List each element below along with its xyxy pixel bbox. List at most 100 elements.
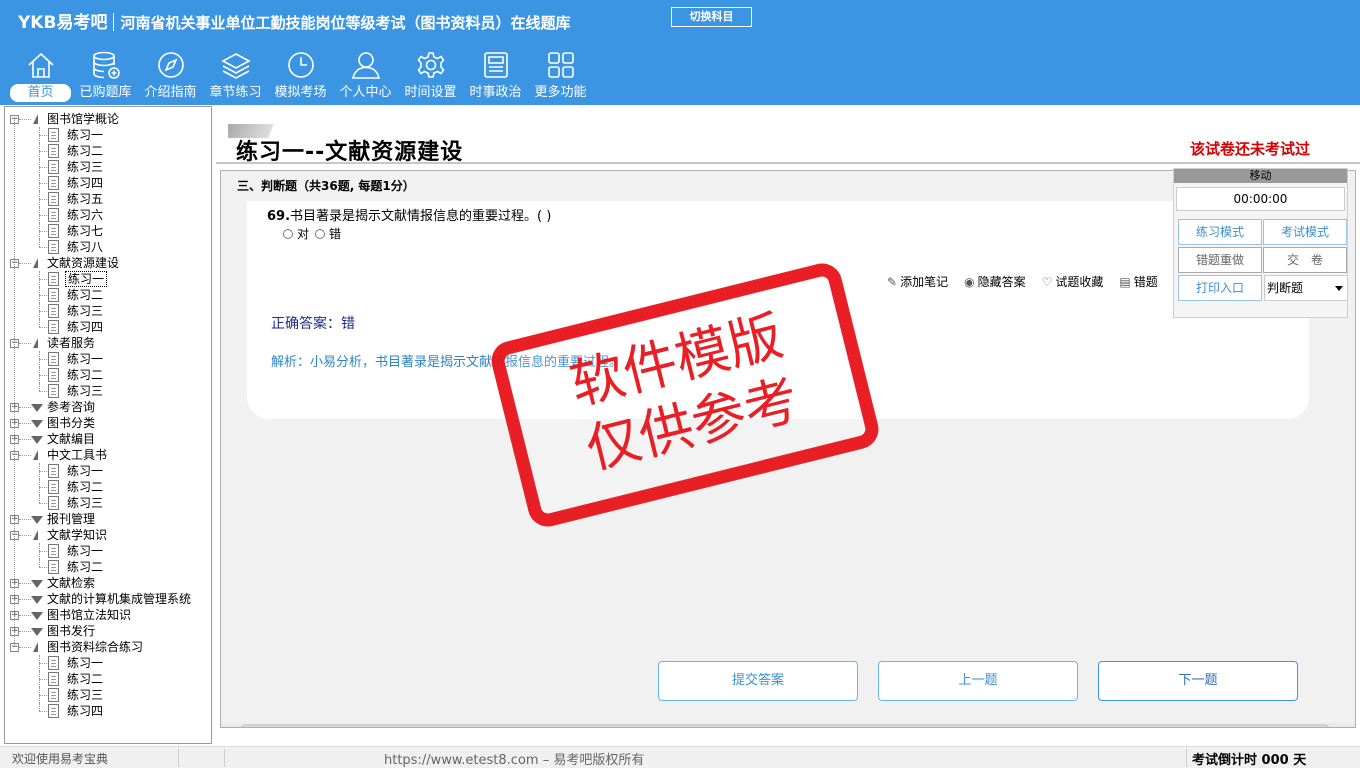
document-icon xyxy=(48,272,59,286)
document-icon xyxy=(48,160,59,174)
hand-in-button[interactable]: 交 卷 xyxy=(1263,247,1347,273)
layers-icon xyxy=(221,53,251,79)
app-brand: YKB易考吧 河南省机关事业单位工勤技能岗位等级考试（图书资料员）在线题库 xyxy=(18,8,570,33)
document-icon xyxy=(48,240,59,254)
document-icon xyxy=(48,464,59,478)
document-icon xyxy=(48,544,59,558)
option-true[interactable]: 对 xyxy=(283,225,309,242)
correct-answer: 正确答案：错 xyxy=(271,316,355,332)
tree-exercise-label: 练习二 xyxy=(67,560,104,574)
wrong-book-button[interactable]: ▤ 错题 xyxy=(1119,273,1157,290)
status-welcome: 欢迎使用易考宝典 xyxy=(12,752,109,766)
home-icon xyxy=(28,52,54,78)
tree-guide-line xyxy=(14,119,15,647)
compass-icon xyxy=(158,52,184,78)
status-copyright: https://www.etest8.com – 易考吧版权所有 xyxy=(384,753,645,768)
tree-exercise-label: 练习二 xyxy=(67,672,104,686)
tree-exercise-label: 练习一 xyxy=(65,271,108,287)
exam-mode-button[interactable]: 考试模式 xyxy=(1263,219,1347,245)
document-icon xyxy=(48,288,59,302)
document-icon xyxy=(48,320,59,334)
switch-subject-button[interactable]: 切换科目 xyxy=(671,7,752,27)
exam-control-panel: 移动 00:00:00 练习模式 考试模式 错题重做 交 卷 打印入口 判断题 xyxy=(1173,168,1348,318)
tree-exercise-label: 练习七 xyxy=(67,224,104,238)
document-icon xyxy=(48,224,59,238)
question-type-select[interactable]: 判断题 xyxy=(1264,275,1348,301)
tree-chapter-label: 图书分类 xyxy=(47,416,96,430)
tree-chapter-label: 图书发行 xyxy=(47,624,96,638)
tree-exercise-label: 练习四 xyxy=(67,704,104,718)
favorite-button[interactable]: ♡ 试题收藏 xyxy=(1042,273,1104,290)
radio-button[interactable] xyxy=(315,228,326,239)
brand-logo: YKB易考吧 xyxy=(18,13,108,33)
tree-chapter-label: 图书馆立法知识 xyxy=(47,608,132,622)
print-entry-button[interactable]: 打印入口 xyxy=(1178,275,1262,301)
folder-closed-icon xyxy=(31,404,43,412)
header-divider xyxy=(216,162,1360,164)
chapter-tree-panel: − 图书馆学概论 练习一 练习二 练习三 练习四 练习五 练习六 练习七 练习八 − 文献资源建设 练习… xyxy=(4,106,212,744)
toolbar-label: 更多功能 xyxy=(534,85,587,100)
tree-exercise-label: 练习一 xyxy=(67,656,104,670)
previous-question-button[interactable]: 上一题 xyxy=(878,661,1078,701)
question-actions: ✎ 添加笔记 ◉ 隐藏答案 ♡ 试题收藏 ▤ 错题 xyxy=(887,273,1158,290)
toolbar-label: 章节练习 xyxy=(209,85,262,100)
document-icon xyxy=(48,352,59,366)
folder-open-icon xyxy=(33,642,38,652)
tree-chapter-label: 文献编目 xyxy=(47,432,96,446)
toolbar-politics[interactable]: 时事政治 xyxy=(463,48,528,104)
elapsed-timer: 00:00:00 xyxy=(1176,187,1345,211)
action-label: 隐藏答案 xyxy=(977,275,1026,289)
document-icon xyxy=(48,208,59,222)
action-label: 添加笔记 xyxy=(900,275,949,289)
action-label: 试题收藏 xyxy=(1055,275,1104,289)
toolbar-home[interactable]: 首页 xyxy=(8,48,73,104)
notebook-icon: ▤ xyxy=(1119,274,1131,289)
folder-open-icon xyxy=(33,530,38,540)
scroll-left-icon xyxy=(230,728,234,729)
radio-button[interactable] xyxy=(283,228,293,239)
question-text: 69.书目著录是揭示文献情报信息的重要过程。( ) xyxy=(267,205,551,224)
tree-chapter-label: 图书资料综合练习 xyxy=(47,640,144,654)
document-icon xyxy=(48,384,59,398)
toolbar-mock-exam[interactable]: 模拟考场 xyxy=(268,48,333,104)
practice-mode-button[interactable]: 练习模式 xyxy=(1178,219,1262,245)
tree-exercise-label: 练习一 xyxy=(67,128,104,142)
horizontal-scrollbar[interactable] xyxy=(221,723,1356,728)
tree-exercise-label: 练习三 xyxy=(67,384,104,398)
redo-wrong-button[interactable]: 错题重做 xyxy=(1178,247,1262,273)
panel-drag-handle[interactable]: 移动 xyxy=(1174,169,1347,183)
toolbar-profile[interactable]: 个人中心 xyxy=(333,48,398,104)
folder-closed-icon xyxy=(31,612,43,620)
add-note-button[interactable]: ✎ 添加笔记 xyxy=(887,273,948,290)
folder-closed-icon xyxy=(31,580,43,588)
database-icon xyxy=(93,51,120,79)
submit-answer-button[interactable]: 提交答案 xyxy=(658,661,858,701)
toolbar-purchased[interactable]: 已购题库 xyxy=(73,48,138,104)
tree-exercise-label: 练习八 xyxy=(67,240,104,254)
next-question-button[interactable]: 下一题 xyxy=(1098,661,1298,701)
tree-exercise-label: 练习四 xyxy=(67,176,104,190)
document-icon xyxy=(48,144,59,158)
scroll-right-icon xyxy=(1344,728,1348,729)
section-title: 三、判断题（共36题, 每题1分） xyxy=(237,179,415,193)
tree-exercise-label: 练习二 xyxy=(67,368,104,382)
toolbar-guide[interactable]: 介绍指南 xyxy=(138,48,203,104)
tree-exercise-label: 练习六 xyxy=(67,208,104,222)
toolbar-label: 介绍指南 xyxy=(144,85,197,100)
toolbar-time-settings[interactable]: 时间设置 xyxy=(398,48,463,104)
question-stem: 书目著录是揭示文献情报信息的重要过程。( ) xyxy=(290,209,552,224)
folder-open-icon xyxy=(33,258,38,268)
hide-answer-button[interactable]: ◉ 隐藏答案 xyxy=(964,273,1026,290)
toolbar-label: 模拟考场 xyxy=(274,85,327,100)
option-false[interactable]: 错 xyxy=(315,225,341,242)
answer-options: 对 错 xyxy=(283,225,341,242)
app-title: 河南省机关事业单位工勤技能岗位等级考试（图书资料员）在线题库 xyxy=(120,14,571,32)
tree-exercise-label: 练习一 xyxy=(67,464,104,478)
document-icon xyxy=(48,560,59,574)
tree-chapter-label: 参考咨询 xyxy=(47,400,96,414)
document-icon xyxy=(48,192,59,206)
toolbar-chapter[interactable]: 章节练习 xyxy=(203,48,268,104)
folder-closed-icon xyxy=(31,596,43,604)
toolbar-more[interactable]: 更多功能 xyxy=(528,48,593,104)
toolbar-label: 时事政治 xyxy=(469,85,522,100)
